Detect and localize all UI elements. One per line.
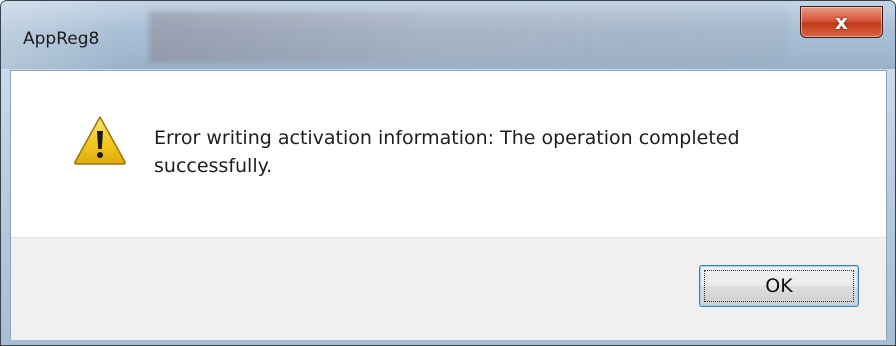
button-bar: OK — [11, 237, 886, 340]
close-icon: x — [835, 10, 848, 34]
error-message: Error writing activation information: Th… — [154, 127, 740, 177]
window-title: AppReg8 — [23, 29, 100, 49]
dialog-content: Error writing activation information: Th… — [10, 70, 887, 340]
close-button[interactable]: x — [800, 6, 883, 38]
title-bar[interactable]: AppReg8 x — [1, 1, 895, 69]
ok-button-label: OK — [765, 275, 793, 297]
ok-button[interactable]: OK — [699, 265, 859, 307]
dialog-window: AppReg8 x Error writing activation infor… — [0, 0, 896, 346]
warning-icon — [74, 116, 126, 165]
title-bar-background — [149, 11, 789, 63]
